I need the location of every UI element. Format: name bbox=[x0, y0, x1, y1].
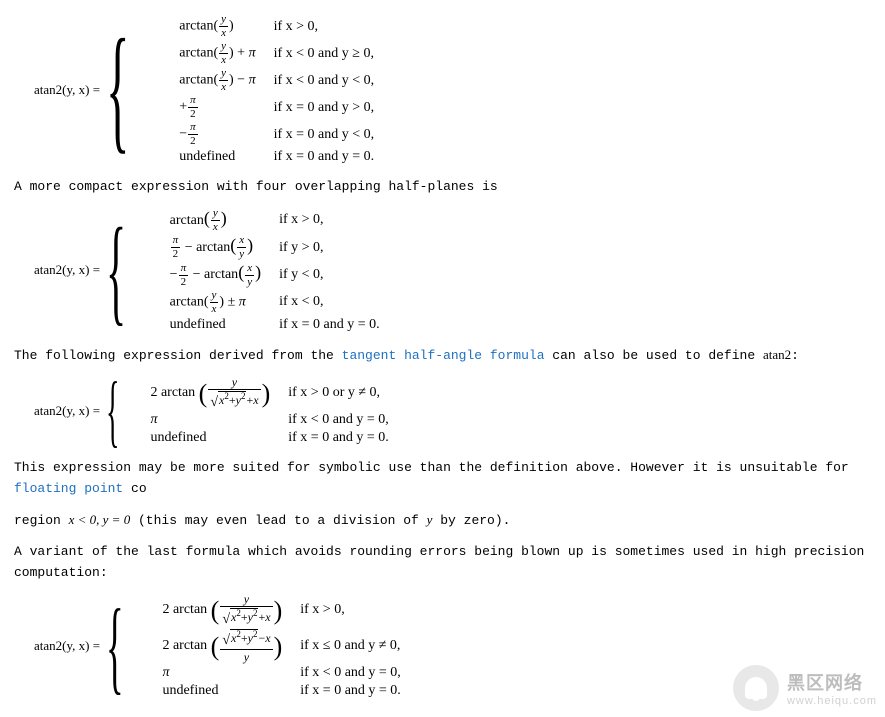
case-expr: arctan(yx) ± π bbox=[170, 290, 261, 315]
case-expr: arctan(yx) bbox=[170, 208, 261, 233]
case-cond: if x > 0, bbox=[279, 212, 380, 228]
paragraph: region x < 0, y = 0 (this may even lead … bbox=[14, 510, 871, 532]
cases: arctan(yx) if x > 0, arctan(yx) + π if x… bbox=[179, 14, 374, 165]
text: This expression may be more suited for s… bbox=[14, 460, 849, 475]
case-expr: undefined bbox=[170, 317, 261, 333]
left-brace-icon: { bbox=[106, 603, 124, 689]
case-expr: undefined bbox=[150, 430, 270, 446]
case-expr: undefined bbox=[179, 149, 255, 165]
lhs: atan2(y, x) = bbox=[34, 262, 100, 278]
case-cond: if x < 0, bbox=[279, 294, 380, 310]
left-brace-icon: { bbox=[106, 32, 130, 147]
text: by zero). bbox=[432, 513, 510, 528]
code: atan2 bbox=[763, 347, 791, 362]
case-cond: if x = 0 and y = 0. bbox=[274, 149, 375, 165]
case-cond: if x = 0 and y = 0. bbox=[288, 430, 389, 446]
text: (this may even lead to a division of bbox=[130, 513, 426, 528]
tangent-half-angle-link[interactable]: tangent half-angle formula bbox=[342, 348, 545, 363]
atan2-definition-highprecision: atan2(y, x) = { 2 arctan (y√x2+y2+x) if … bbox=[34, 593, 871, 699]
cases: arctan(yx) if x > 0, π2 − arctan(xy) if … bbox=[170, 208, 380, 333]
text: : bbox=[791, 348, 799, 363]
case-cond: if y < 0, bbox=[279, 267, 380, 283]
paragraph: This expression may be more suited for s… bbox=[14, 458, 871, 500]
cases: 2 arctan (y√x2+y2+x) if x > 0, 2 arctan … bbox=[162, 593, 400, 699]
floating-point-link[interactable]: floating point bbox=[14, 481, 123, 496]
paragraph: The following expression derived from th… bbox=[14, 345, 871, 367]
atan2-definition-primary: atan2(y, x) = { arctan(yx) if x > 0, arc… bbox=[34, 14, 871, 165]
case-cond: if x < 0 and y < 0, bbox=[274, 73, 375, 89]
left-brace-icon: { bbox=[106, 221, 126, 319]
case-expr: −π2 bbox=[179, 122, 255, 147]
lhs: atan2(y, x) = bbox=[34, 403, 100, 419]
atan2-definition-halfangle: atan2(y, x) = { 2 arctan (y√x2+y2+x) if … bbox=[34, 376, 871, 446]
case-cond: if x = 0 and y = 0. bbox=[300, 683, 401, 699]
case-cond: if x < 0 and y = 0, bbox=[288, 412, 389, 428]
case-cond: if x = 0 and y < 0, bbox=[274, 127, 375, 143]
text: The following expression derived from th… bbox=[14, 348, 342, 363]
case-expr: +π2 bbox=[179, 95, 255, 120]
text: co bbox=[123, 481, 146, 496]
math-inline: x < 0, y = 0 bbox=[69, 512, 131, 527]
case-cond: if y > 0, bbox=[279, 240, 380, 256]
case-cond: if x < 0 and y ≥ 0, bbox=[274, 46, 375, 62]
case-expr: 2 arctan (y√x2+y2+x) bbox=[162, 593, 282, 627]
case-expr: arctan(yx) bbox=[179, 14, 255, 39]
case-cond: if x = 0 and y = 0. bbox=[279, 317, 380, 333]
case-expr: undefined bbox=[162, 683, 282, 699]
case-cond: if x > 0 or y ≠ 0, bbox=[288, 385, 389, 401]
case-cond: if x > 0, bbox=[274, 19, 375, 35]
case-expr: π bbox=[162, 665, 282, 681]
paragraph: A more compact expression with four over… bbox=[14, 177, 871, 198]
case-expr: −π2 − arctan(xy) bbox=[170, 262, 261, 287]
text: region bbox=[14, 513, 69, 528]
case-cond: if x ≤ 0 and y ≠ 0, bbox=[300, 638, 401, 654]
case-expr: arctan(yx) + π bbox=[179, 41, 255, 66]
case-cond: if x > 0, bbox=[300, 602, 401, 618]
paragraph: A variant of the last formula which avoi… bbox=[14, 542, 871, 584]
case-expr: 2 arctan (√x2+y2−xy) bbox=[162, 629, 282, 663]
lhs: atan2(y, x) = bbox=[34, 638, 100, 654]
left-brace-icon: { bbox=[106, 379, 119, 445]
atan2-definition-halfplanes: atan2(y, x) = { arctan(yx) if x > 0, π2 … bbox=[34, 208, 871, 333]
cases: 2 arctan (y√x2+y2+x) if x > 0 or y ≠ 0, … bbox=[150, 376, 388, 446]
case-expr: 2 arctan (y√x2+y2+x) bbox=[150, 376, 270, 410]
case-cond: if x = 0 and y > 0, bbox=[274, 100, 375, 116]
case-expr: arctan(yx) − π bbox=[179, 68, 255, 93]
lhs: atan2(y, x) = bbox=[34, 82, 100, 98]
text: can also be used to define bbox=[545, 348, 763, 363]
case-cond: if x < 0 and y = 0, bbox=[300, 665, 401, 681]
case-expr: π bbox=[150, 412, 270, 428]
case-expr: π2 − arctan(xy) bbox=[170, 235, 261, 260]
